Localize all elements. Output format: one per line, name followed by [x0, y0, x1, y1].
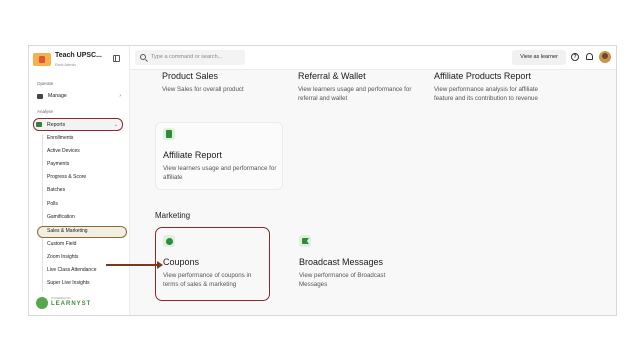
document-icon: [163, 128, 175, 140]
sidebar-subitem-polls[interactable]: Polls: [47, 201, 58, 207]
card-desc-coupons: View performance of coupons in terms of …: [163, 272, 252, 288]
megaphone-icon: [299, 235, 311, 247]
card-title-affiliate-report[interactable]: Affiliate Report: [163, 150, 222, 160]
brand-name: Teach UPSC...: [55, 52, 102, 59]
section-label-operate: Operate: [37, 81, 54, 86]
help-icon[interactable]: ?: [571, 53, 579, 61]
brand-subtitle: Root Admin: [55, 62, 76, 67]
learnyst-footer-logo: POWERED BY LEARNYST: [36, 296, 96, 311]
sidebar-subitem-sales-marketing[interactable]: Sales & Marketing: [47, 228, 88, 234]
reports-icon: [36, 122, 42, 127]
submenu-guide-line: [42, 134, 43, 292]
card-title-broadcast[interactable]: Broadcast Messages: [299, 257, 383, 267]
avatar[interactable]: [599, 51, 611, 63]
sidebar-subitem-live-class-attendance[interactable]: Live Class Attendance: [47, 267, 96, 273]
chevron-right-icon: ›: [119, 93, 121, 99]
bell-icon[interactable]: [586, 53, 593, 60]
card-desc-broadcast: View performance of Broadcast Messages: [299, 272, 386, 288]
search-input[interactable]: Type a command or search...: [135, 50, 245, 65]
top-bar: Type a command or search... View as lear…: [130, 46, 616, 70]
footer-powered-by: POWERED BY: [51, 296, 72, 300]
sidebar-subitem-batches[interactable]: Batches: [47, 187, 65, 193]
sidebar-subitem-custom-field[interactable]: Custom Field: [47, 241, 76, 247]
sidebar-subitem-enrollments[interactable]: Enrollments: [47, 135, 73, 141]
search-icon: [140, 54, 146, 60]
card-title-coupons[interactable]: Coupons: [163, 257, 199, 267]
learnyst-logo-icon: [36, 297, 48, 309]
annotation-arrow-line: [106, 264, 160, 266]
search-placeholder: Type a command or search...: [151, 54, 223, 60]
footer-brand-name: LEARNYST: [51, 301, 92, 307]
card-desc-product-sales: View Sales for overall product: [162, 86, 244, 93]
card-desc-affiliate-report: View learners usage and performance for …: [163, 165, 277, 181]
sidebar-subitem-super-live-insights[interactable]: Super Live Insights: [47, 280, 90, 286]
sidebar-item-label: Manage: [48, 93, 67, 99]
sidebar-item-reports[interactable]: Reports ⌄: [33, 118, 123, 131]
view-as-learner-button[interactable]: View as learner: [512, 50, 566, 65]
card-title-product-sales[interactable]: Product Sales: [162, 71, 218, 81]
brand-logo: [33, 53, 51, 66]
section-heading-marketing: Marketing: [155, 211, 191, 220]
annotation-arrow-head: [157, 261, 163, 269]
card-title-referral-wallet[interactable]: Referral & Wallet: [298, 71, 366, 81]
chevron-down-icon: ⌄: [113, 121, 118, 128]
sidebar-subitem-progress-score[interactable]: Progress & Score: [47, 174, 86, 180]
sidebar-collapse-icon[interactable]: [113, 55, 120, 62]
section-label-analyse: Analyse: [37, 109, 54, 114]
sidebar-item-label: Reports: [47, 121, 66, 128]
sidebar-subitem-payments[interactable]: Payments: [47, 161, 69, 167]
card-title-affiliate-products[interactable]: Affiliate Products Report: [434, 71, 531, 81]
sidebar-subitem-zoom-insights[interactable]: Zoom Insights: [47, 254, 78, 260]
card-desc-affiliate-products: View performance analysis for affiliate …: [434, 86, 538, 102]
sidebar-subitem-gamification[interactable]: Gamification: [47, 214, 75, 220]
coupon-icon: [163, 235, 175, 247]
app-window: Teach UPSC... Root Admin Operate Manage …: [28, 45, 617, 316]
card-desc-referral-wallet: View learners usage and performance for …: [298, 86, 412, 102]
sidebar-item-manage[interactable]: Manage ›: [35, 91, 125, 101]
manage-icon: [37, 93, 43, 99]
reports-main: Product Sales View Sales for overall pro…: [130, 70, 616, 315]
sidebar: Teach UPSC... Root Admin Operate Manage …: [29, 46, 130, 315]
sidebar-subitem-active-devices[interactable]: Active Devices: [47, 148, 80, 154]
